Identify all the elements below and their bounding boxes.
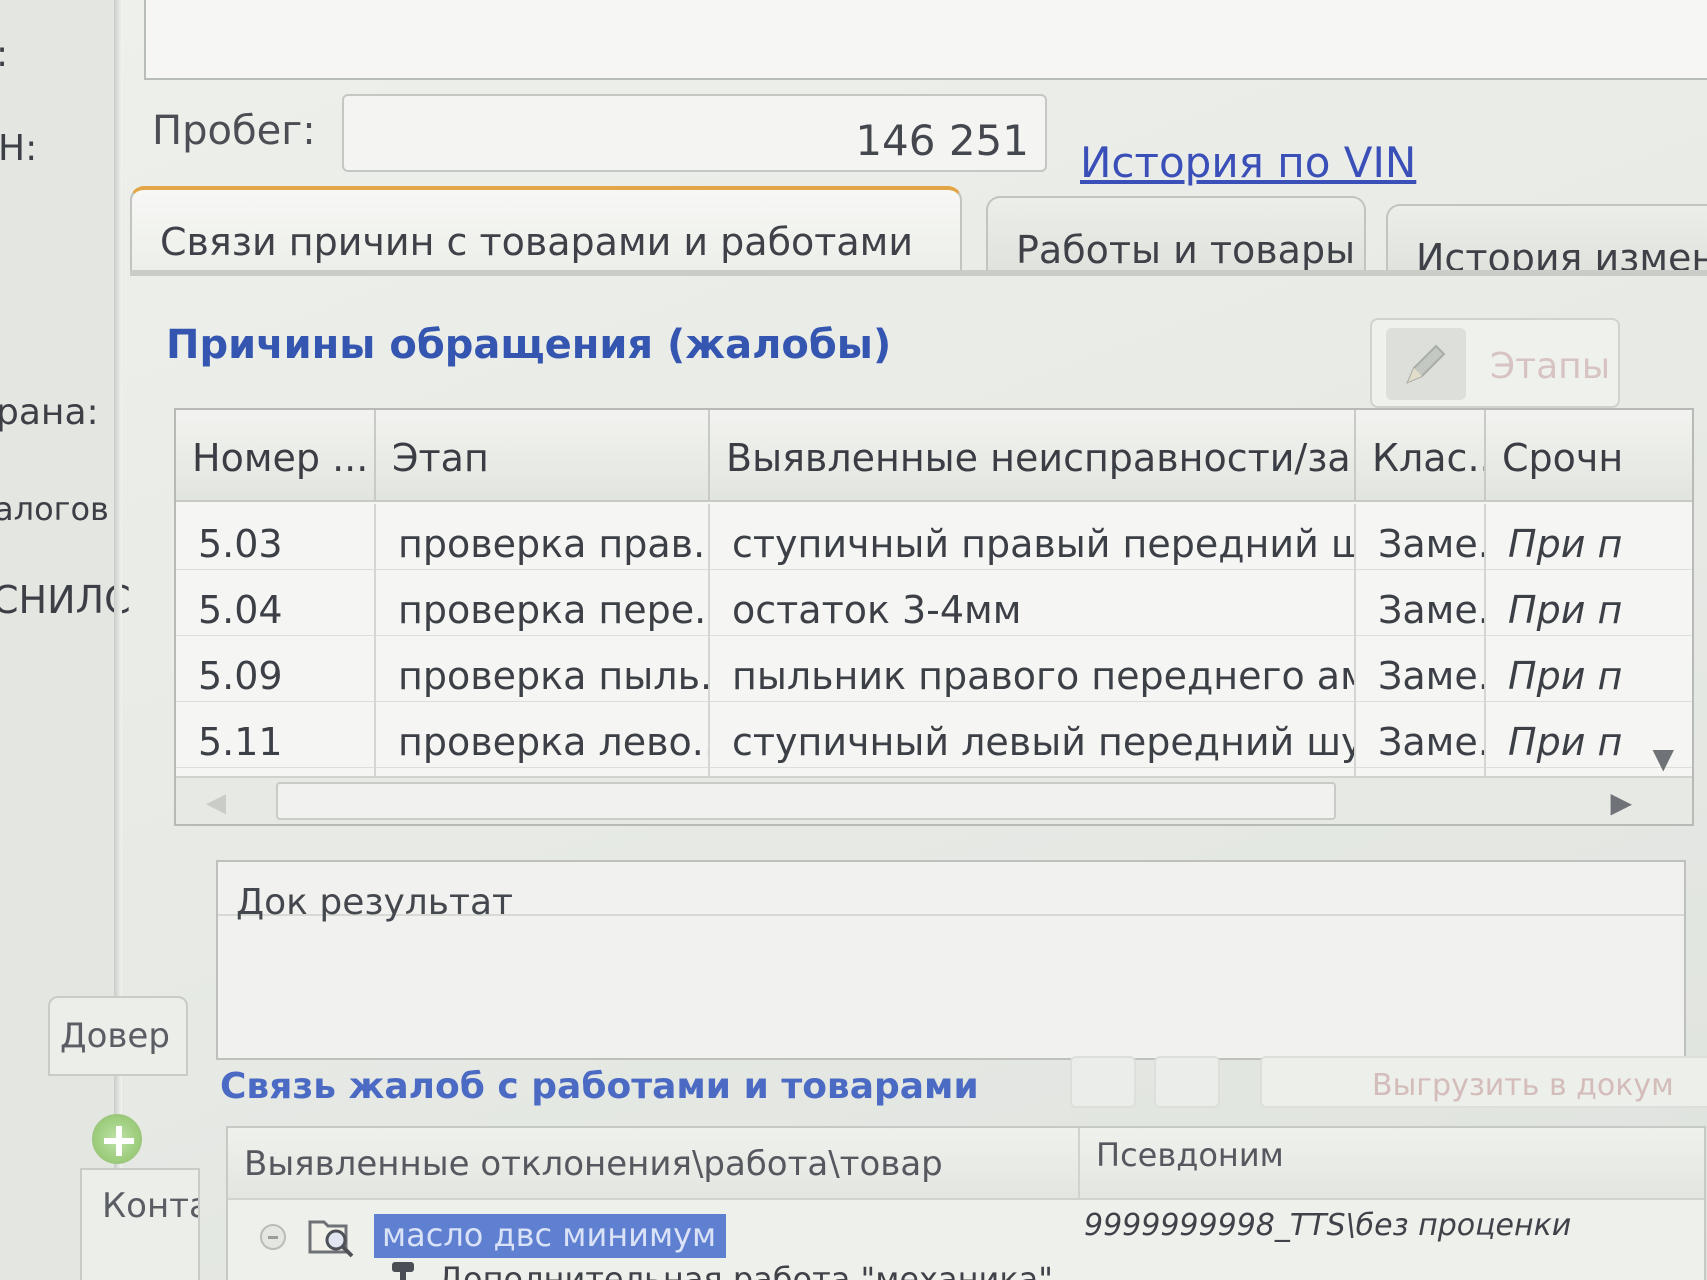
top-text-field[interactable] (144, 0, 1707, 80)
scroll-down-icon[interactable]: ▼ (1652, 742, 1674, 775)
cell-fault: ступичный правый передний шум (710, 504, 1356, 570)
table-row[interactable]: 5.09 проверка пыль... пыльник правого пе… (176, 636, 1692, 702)
tab-strip (130, 270, 1707, 276)
col-fault[interactable]: Выявленные неисправности/зап.ча... (710, 410, 1356, 502)
cell-fault: пыльник правого переднего аморт... (710, 636, 1356, 702)
add-icon[interactable] (92, 1114, 142, 1164)
col-urgency[interactable]: Срочн (1486, 410, 1692, 502)
left-panel: : Н: рана: алогов СНИЛС (0, 0, 131, 1280)
tree-item[interactable]: Дополнительная работа "механика" (228, 1256, 1704, 1280)
cell-urgency: При п (1508, 522, 1623, 566)
col-number[interactable]: Номер ... (176, 410, 376, 502)
left-label-4: алогов (0, 490, 109, 528)
cell-number: 5.03 (176, 504, 376, 570)
horizontal-scrollbar[interactable]: ◀ ▶ (176, 776, 1692, 824)
toolbar-button-2[interactable] (1154, 1056, 1220, 1108)
probeg-label: Пробег: (152, 108, 316, 154)
cell-stage: проверка пере... (376, 570, 710, 636)
left-label-2: Н: (0, 128, 38, 169)
left-label-1: : (0, 34, 8, 75)
cell-number: 5.04 (176, 570, 376, 636)
main-form: Пробег: 146 251 История по VIN Связи при… (48, 0, 1707, 1280)
vin-history-link[interactable]: История по VIN (1080, 138, 1416, 187)
cell-class: Заме... (1356, 702, 1486, 768)
probeg-input[interactable]: 146 251 (342, 94, 1047, 172)
tab-konta[interactable]: Конта (80, 1168, 200, 1280)
scroll-right-icon[interactable]: ▶ (1610, 786, 1632, 819)
links-title: Связь жалоб с работами и товарами (220, 1066, 979, 1107)
cell-fault: остаток 3-4мм (710, 570, 1356, 636)
key-icon (392, 1262, 414, 1280)
work-item-label: Дополнительная работа "механика" (438, 1260, 1053, 1280)
stages-button[interactable]: Этапы (1370, 318, 1620, 408)
alias-value: 9999999998_TTS\без проценки (1084, 1208, 1572, 1243)
export-button[interactable]: Выгрузить в докум (1260, 1056, 1707, 1108)
cell-urgency: При п (1508, 588, 1623, 632)
table-row[interactable]: 5.11 проверка лево... ступичный левый пе… (176, 702, 1692, 768)
left-label-3: рана: (0, 392, 99, 433)
col-stage[interactable]: Этап (376, 410, 710, 502)
tab-dover[interactable]: Довер (48, 996, 188, 1076)
screen: : Н: рана: алогов СНИЛС Пробег: 146 251 … (0, 0, 1707, 1280)
doc-result-field[interactable]: Док результат (216, 860, 1686, 1060)
complaints-title: Причины обращения (жалобы) (166, 322, 892, 368)
cell-stage: проверка прав... (376, 504, 710, 570)
cell-fault: ступичный левый передний шум (710, 702, 1356, 768)
col-deviation[interactable]: Выявленные отклонения\работа\товар (244, 1144, 943, 1184)
table-header: Номер ... Этап Выявленные неисправности/… (176, 410, 1692, 502)
collapse-icon[interactable] (260, 1224, 286, 1250)
tab-bar: Связи причин с товарами и работами Работ… (130, 186, 1707, 276)
search-folder-icon (308, 1220, 354, 1258)
cell-class: Заме... (1356, 570, 1486, 636)
cell-number: 5.11 (176, 702, 376, 768)
table-row[interactable]: 5.04 проверка пере... остаток 3-4мм Заме… (176, 570, 1692, 636)
cell-urgency: При п (1508, 654, 1623, 698)
stages-button-label: Этапы (1490, 346, 1611, 387)
tree-header: Выявленные отклонения\работа\товар Псевд… (228, 1128, 1704, 1200)
splitter[interactable] (114, 0, 122, 1280)
links-tree: Выявленные отклонения\работа\товар Псевд… (226, 1126, 1706, 1280)
doc-result-label: Док результат (236, 882, 514, 923)
cell-class: Заме... (1356, 504, 1486, 570)
cell-class: Заме... (1356, 636, 1486, 702)
cell-stage: проверка пыль... (376, 636, 710, 702)
links-toolbar: Выгрузить в докум (1070, 1056, 1707, 1116)
left-label-5: СНИЛС (0, 578, 131, 622)
table-row[interactable]: 5.03 проверка прав... ступичный правый п… (176, 504, 1692, 570)
selected-tree-item[interactable]: масло двс минимум (374, 1214, 727, 1258)
pencil-icon (1386, 328, 1466, 400)
cell-number: 5.09 (176, 636, 376, 702)
scrollbar-thumb[interactable] (276, 782, 1336, 820)
cell-stage: проверка лево... (376, 702, 710, 768)
scroll-left-icon[interactable]: ◀ (206, 788, 226, 818)
col-class[interactable]: Клас... (1356, 410, 1486, 502)
complaints-table: Номер ... Этап Выявленные неисправности/… (174, 408, 1694, 826)
tab-links[interactable]: Связи причин с товарами и работами (130, 186, 962, 276)
col-alias[interactable]: Псевдоним (1078, 1128, 1284, 1200)
tab-change-history[interactable]: История измене (1386, 204, 1707, 276)
toolbar-button-1[interactable] (1070, 1056, 1136, 1108)
tab-works-goods[interactable]: Работы и товары (986, 196, 1366, 276)
